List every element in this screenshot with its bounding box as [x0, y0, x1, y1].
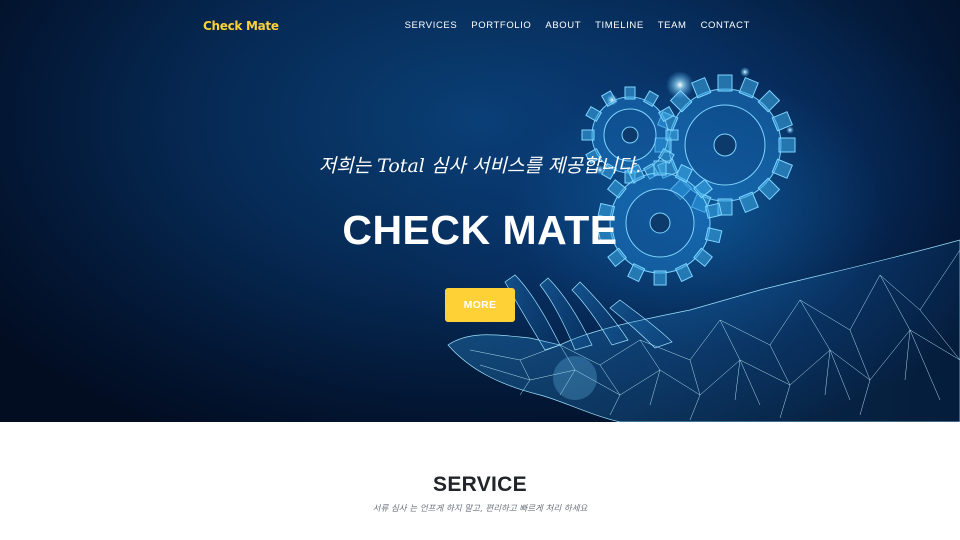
- nav-link-services[interactable]: SERVICES: [405, 18, 458, 34]
- nav-menu: SERVICES PORTFOLIO ABOUT TIMELINE TEAM C…: [405, 18, 750, 34]
- more-button[interactable]: MORE: [445, 288, 515, 322]
- brand-logo[interactable]: Check Mate: [203, 17, 279, 35]
- nav-link-team[interactable]: TEAM: [658, 18, 687, 34]
- section-subheading: 서류 심사 는 언프게 하지 말고, 편리하고 빠르게 처리 하세요: [372, 504, 588, 514]
- hand-icon: [447, 239, 960, 422]
- section-heading: SERVICE: [433, 473, 527, 496]
- hero-title: CHECK MATE: [342, 207, 618, 253]
- nav-link-contact[interactable]: CONTACT: [701, 18, 750, 34]
- navbar: Check Mate SERVICES PORTFOLIO ABOUT TIME…: [0, 0, 960, 52]
- hero-section: Check Mate SERVICES PORTFOLIO ABOUT TIME…: [0, 0, 960, 422]
- hero-subtitle: 저희는 Total 심사 서비스를 제공합니다.: [318, 155, 642, 177]
- nav-link-portfolio[interactable]: PORTFOLIO: [471, 18, 531, 34]
- nav-link-about[interactable]: ABOUT: [545, 18, 581, 34]
- service-section: SERVICE 서류 심사 는 언프게 하지 말고, 편리하고 빠르게 처리 하…: [0, 422, 960, 540]
- nav-link-timeline[interactable]: TIMELINE: [595, 18, 644, 34]
